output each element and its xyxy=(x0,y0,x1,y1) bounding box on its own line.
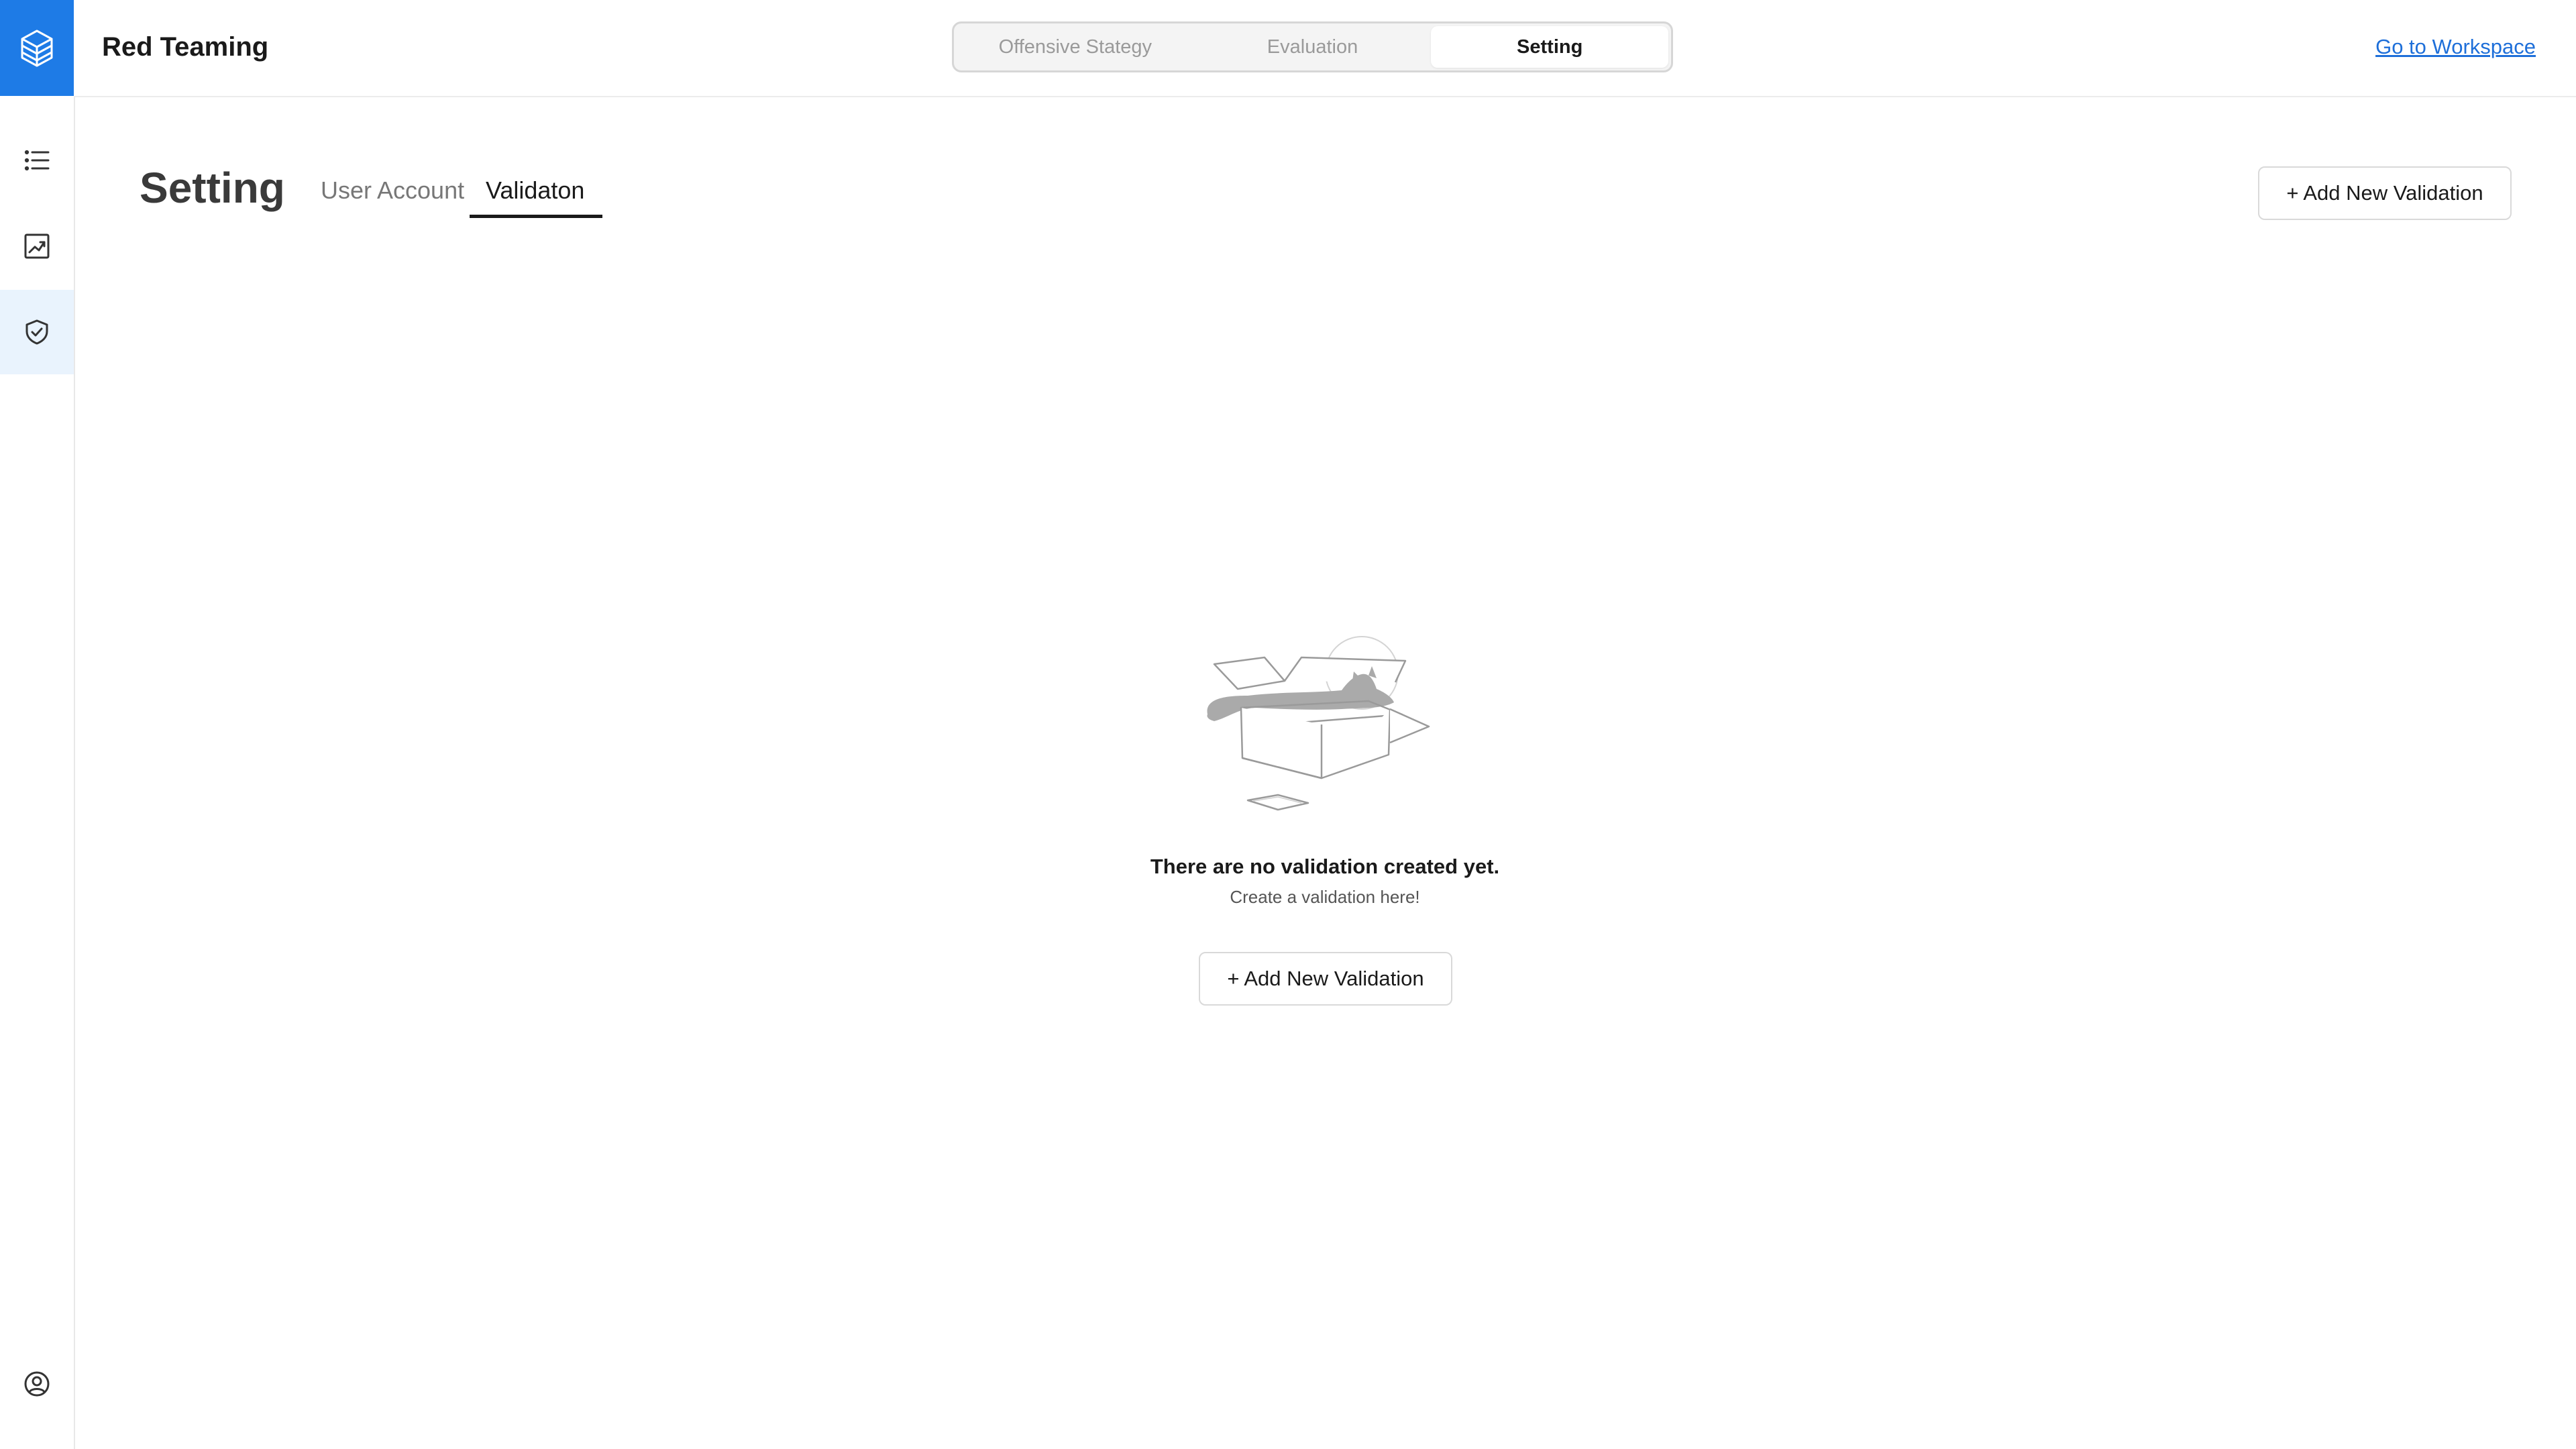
app-logo[interactable] xyxy=(0,0,74,96)
list-icon xyxy=(24,150,50,171)
sidebar-item-profile[interactable] xyxy=(0,1342,74,1426)
layers-logo-icon xyxy=(21,30,53,66)
empty-box-illustration xyxy=(1207,636,1430,811)
tab-evaluation[interactable]: Evaluation xyxy=(1194,26,1432,68)
subtab-validation[interactable]: Validaton xyxy=(486,173,584,208)
add-new-validation-button-center[interactable]: + Add New Validation xyxy=(1199,952,1452,1006)
sidebar-item-security[interactable] xyxy=(0,290,74,374)
chart-icon xyxy=(24,233,50,259)
user-circle-icon xyxy=(24,1371,50,1397)
active-subtab-indicator xyxy=(470,215,602,218)
page-title: Setting xyxy=(140,164,285,212)
tab-setting[interactable]: Setting xyxy=(1431,26,1669,68)
subtab-user-account[interactable]: User Account xyxy=(321,173,464,208)
app-title: Red Teaming xyxy=(102,32,269,62)
add-new-validation-button[interactable]: + Add New Validation xyxy=(2258,166,2512,220)
empty-state-title: There are no validation created yet. xyxy=(1150,855,1500,878)
main-tab-switcher: Offensive Stategy Evaluation Setting xyxy=(952,21,1673,72)
tab-offensive-strategy[interactable]: Offensive Stategy xyxy=(957,26,1194,68)
sidebar-item-chart[interactable] xyxy=(0,204,74,288)
top-header: Red Teaming Offensive Stategy Evaluation… xyxy=(74,0,2576,97)
go-to-workspace-link[interactable]: Go to Workspace xyxy=(2375,34,2536,60)
sidebar-item-list[interactable] xyxy=(0,118,74,203)
empty-state-subtitle: Create a validation here! xyxy=(1230,887,1420,907)
shield-check-icon xyxy=(25,319,48,345)
sidebar xyxy=(0,0,75,1449)
